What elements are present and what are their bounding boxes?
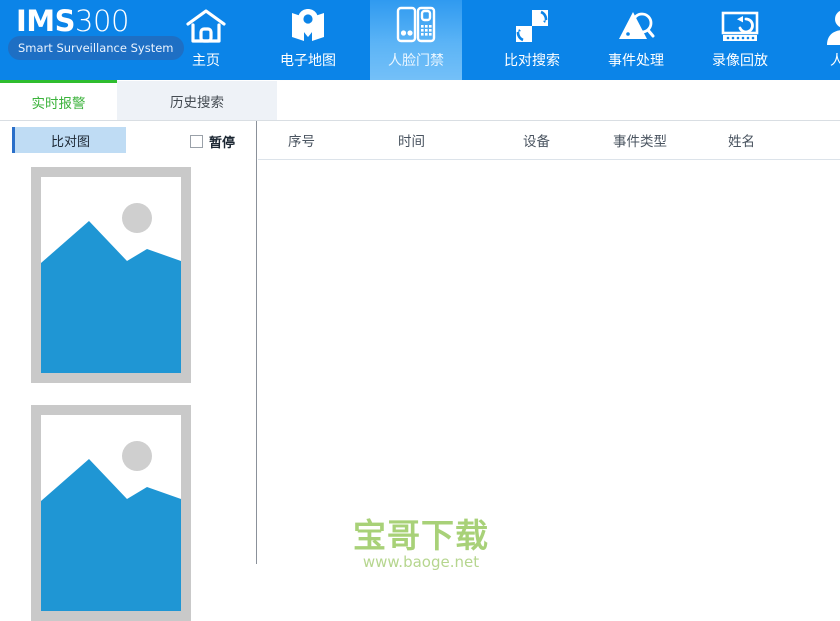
nav-label-compare-search: 比对搜索	[504, 53, 560, 69]
event-alarm-icon	[614, 6, 658, 48]
nav-label-face-library: 人脸	[830, 53, 840, 69]
nav-item-home[interactable]: 主页	[160, 0, 252, 80]
nav-item-face-library[interactable]: 人脸	[798, 0, 840, 80]
brand-title: IMS300	[16, 4, 129, 38]
playback-icon	[718, 6, 762, 48]
top-navigation-bar: IMS300 Smart Surveillance System 主页 电子地图…	[0, 0, 840, 80]
nav-label-event-handling: 事件处理	[608, 53, 664, 69]
brand-name-bold: IMS	[16, 4, 76, 38]
sub-tab-strip: 实时报警 历史搜索	[0, 80, 840, 121]
brand-tagline: Smart Surveillance System	[8, 36, 184, 60]
compare-image-panel: 比对图 暂停	[0, 121, 257, 621]
tab-history-search-label: 历史搜索	[170, 94, 224, 111]
table-body-empty	[258, 160, 840, 564]
compare-image-tag[interactable]: 比对图	[12, 127, 126, 153]
table-column-name[interactable]: 姓名	[728, 121, 755, 159]
table-column-event-type[interactable]: 事件类型	[613, 121, 667, 159]
nav-item-playback[interactable]: 录像回放	[694, 0, 786, 80]
map-pin-icon	[286, 6, 330, 48]
broken-image-placeholder-icon	[41, 415, 181, 611]
nav-item-compare-search[interactable]: 比对搜索	[486, 0, 578, 80]
tab-realtime-alarm[interactable]: 实时报警	[0, 80, 117, 120]
nav-label-face-access: 人脸门禁	[388, 53, 444, 69]
home-icon	[184, 6, 228, 48]
compare-image-thumbnail-2[interactable]	[31, 405, 191, 621]
app-logo: IMS300 Smart Surveillance System	[0, 0, 184, 80]
table-column-device[interactable]: 设备	[523, 121, 550, 159]
nav-item-event-handling[interactable]: 事件处理	[590, 0, 682, 80]
nav-label-home: 主页	[192, 53, 220, 69]
table-column-index[interactable]: 序号	[288, 121, 315, 159]
alarm-records-area: 序号 时间 设备 事件类型 姓名	[258, 121, 840, 564]
compare-image-panel-header: 比对图 暂停	[0, 121, 256, 161]
nav-item-face-access[interactable]: 人脸门禁	[370, 0, 462, 80]
compare-image-thumbnail-1[interactable]	[31, 167, 191, 383]
nav-item-emap[interactable]: 电子地图	[262, 0, 354, 80]
door-access-icon	[394, 6, 438, 48]
brand-name-thin: 300	[75, 4, 129, 38]
table-column-time[interactable]: 时间	[398, 121, 425, 159]
compare-image-tag-label: 比对图	[50, 134, 90, 150]
nav-label-playback: 录像回放	[712, 53, 768, 69]
face-icon	[822, 6, 840, 48]
broken-image-placeholder-icon	[41, 177, 181, 373]
tab-realtime-alarm-label: 实时报警	[31, 95, 86, 112]
compare-search-icon	[510, 6, 554, 48]
table-header-row: 序号 时间 设备 事件类型 姓名	[258, 121, 840, 160]
tab-history-search[interactable]: 历史搜索	[117, 81, 277, 120]
pause-checkbox-label: 暂停	[209, 136, 236, 151]
pause-checkbox-box[interactable]	[190, 135, 203, 148]
nav-label-emap: 电子地图	[280, 53, 336, 69]
pause-checkbox[interactable]: 暂停	[190, 132, 235, 151]
